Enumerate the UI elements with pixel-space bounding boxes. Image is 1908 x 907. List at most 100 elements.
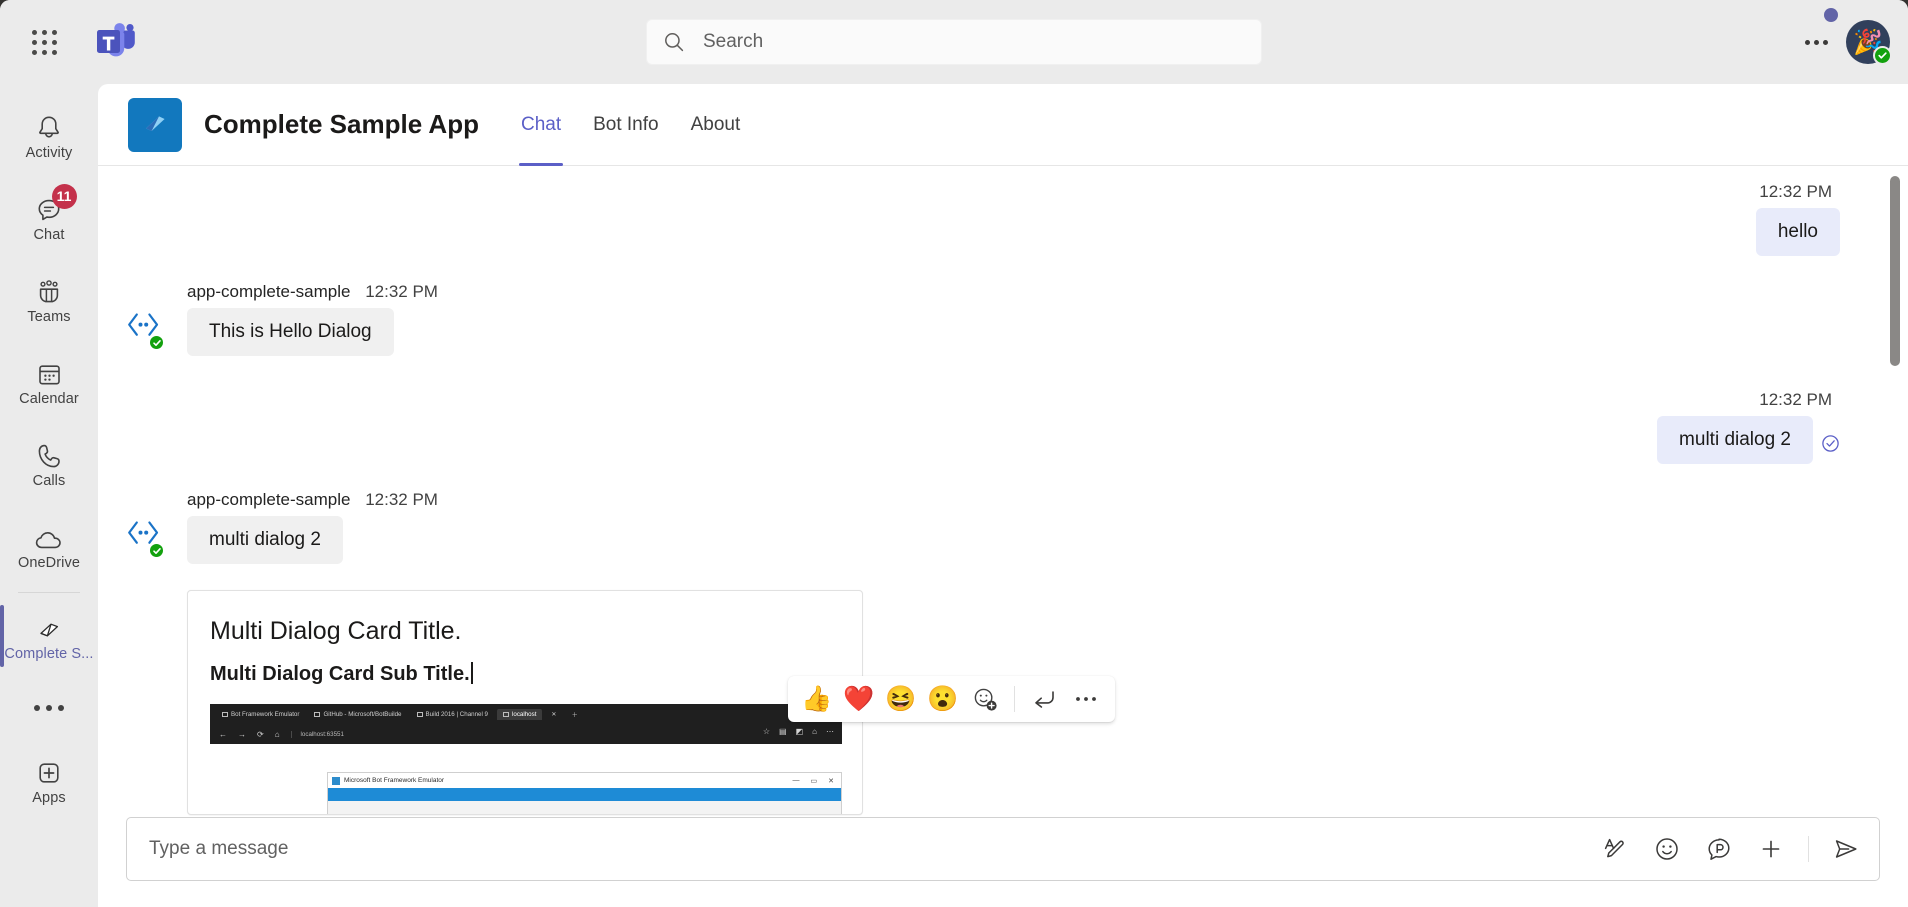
app-logo-icon — [128, 97, 182, 152]
card-image-emulator-title: Microsoft Bot Framework Emulator — ▭ ✕ — [328, 773, 841, 788]
search-placeholder: Search — [703, 31, 764, 52]
sender-name: app-complete-sample — [187, 490, 351, 509]
sidebar-item-label: Calls — [32, 472, 66, 489]
sidebar-item-label: OneDrive — [17, 554, 81, 571]
more-options-icon[interactable] — [1067, 680, 1105, 718]
grid-icon — [31, 29, 57, 55]
sidebar-item-onedrive[interactable]: OneDrive — [0, 504, 98, 586]
reaction-thumbs-up-icon[interactable]: 👍 — [798, 680, 836, 718]
tab-label: Chat — [520, 113, 562, 135]
message-meta: app-complete-sample 12:32 PM — [187, 282, 438, 302]
sidebar-item-activity[interactable]: Activity — [0, 94, 98, 176]
message-bubble[interactable]: multi dialog 2 — [187, 516, 343, 564]
sidebar-item-complete-sample[interactable]: Complete S... — [0, 595, 98, 677]
tab-chat[interactable]: Chat — [505, 84, 577, 166]
scrollbar-thumb[interactable] — [1890, 176, 1900, 366]
card-image-tab-close: ✕ — [551, 710, 557, 718]
card-image-urlbar: ← → ⟳ ⌂ localhost:63551 — [210, 724, 842, 744]
emoji-icon[interactable] — [1652, 834, 1682, 864]
message-incoming: app-complete-sample 12:32 PM This is Hel… — [98, 282, 1868, 356]
message-input[interactable]: Type a message — [149, 838, 1600, 860]
attach-plus-icon[interactable] — [1756, 834, 1786, 864]
reaction-surprised-icon[interactable]: 😮 — [924, 680, 962, 718]
apps-plus-icon — [35, 755, 63, 787]
bot-avatar — [126, 518, 165, 559]
sticker-icon[interactable] — [1704, 834, 1734, 864]
bot-avatar — [126, 310, 165, 351]
message-bubble[interactable]: hello — [1755, 208, 1840, 256]
reaction-toolbar: 👍 ❤️ 😆 😮 — [788, 676, 1115, 722]
calendar-icon — [36, 356, 63, 388]
bot-verified-icon — [148, 542, 165, 559]
reply-icon[interactable] — [1025, 680, 1063, 718]
card-image-tab: GitHub - Microsoft/BotBuilde — [308, 709, 407, 720]
avatar[interactable]: 🎉 — [1846, 20, 1892, 65]
scrollbar-track[interactable] — [1890, 176, 1900, 807]
card-image-tabstrip: Bot Framework Emulator GitHub - Microsof… — [210, 704, 842, 724]
tab-bot-info[interactable]: Bot Info — [577, 84, 675, 166]
toolbar-divider — [1014, 686, 1015, 712]
sidebar-item-label: Teams — [27, 308, 71, 325]
top-bar-right: 🎉 — [1794, 0, 1892, 84]
message-timestamp: 12:32 PM — [365, 490, 438, 509]
card-image-emulator-band — [328, 788, 841, 801]
message-list: 12:32 PM hello app-complete-sample 12:32… — [98, 166, 1908, 817]
sidebar-item-chat[interactable]: 11 Chat — [0, 176, 98, 258]
message-timestamp: 12:32 PM — [1759, 182, 1832, 201]
card-image-page: Microsoft Bot Framework Emulator — ▭ ✕ — [210, 744, 842, 814]
adaptive-card[interactable]: Multi Dialog Card Title. Multi Dialog Ca… — [187, 590, 863, 815]
card-image-tab: Bot Framework Emulator — [216, 709, 305, 720]
rail-divider — [18, 592, 80, 593]
settings-more-button[interactable] — [1794, 20, 1838, 64]
search-container: Search — [646, 19, 1262, 65]
presence-available-icon — [1873, 46, 1892, 65]
sidebar-item-teams[interactable]: Teams — [0, 258, 98, 340]
card-image-tab-new: ＋ — [571, 711, 578, 719]
sidebar-item-label: Chat — [33, 226, 65, 243]
phone-icon — [36, 438, 63, 470]
message-outgoing: 12:32 PM multi dialog 2 — [98, 390, 1868, 464]
app-tabs: Chat Bot Info About — [505, 84, 756, 166]
page-title: Complete Sample App — [204, 109, 479, 139]
tab-label: About — [690, 113, 741, 135]
format-text-icon[interactable] — [1600, 834, 1630, 864]
sender-name: app-complete-sample — [187, 282, 351, 301]
compose-box[interactable]: Type a message — [126, 817, 1880, 881]
sidebar-item-label: Complete S... — [4, 645, 94, 662]
teams-people-icon — [34, 274, 64, 306]
compose-divider — [1808, 836, 1809, 862]
search-input[interactable]: Search — [646, 19, 1262, 65]
compose-toolbar — [1600, 834, 1861, 864]
message-bubble[interactable]: multi dialog 2 — [1657, 416, 1813, 464]
sidebar-item-calendar[interactable]: Calendar — [0, 340, 98, 422]
card-image: Bot Framework Emulator GitHub - Microsof… — [210, 704, 842, 814]
tab-about[interactable]: About — [675, 84, 757, 166]
complete-sample-app-icon — [35, 611, 63, 643]
card-image-tab: Build 2016 | Channel 9 — [411, 709, 495, 720]
message-timestamp: 12:32 PM — [1759, 390, 1832, 409]
reaction-laugh-icon[interactable]: 😆 — [882, 680, 920, 718]
main-panel: Complete Sample App Chat Bot Info About — [98, 84, 1908, 907]
card-title: Multi Dialog Card Title. — [210, 617, 462, 645]
bot-verified-icon — [148, 334, 165, 351]
sidebar-item-label: Activity — [25, 144, 73, 161]
rail-more-button[interactable] — [0, 677, 98, 739]
sidebar-item-label: Apps — [32, 789, 66, 806]
reaction-heart-icon[interactable]: ❤️ — [840, 680, 878, 718]
message-outgoing: 12:32 PM hello — [98, 182, 1868, 256]
cloud-icon — [34, 520, 65, 552]
card-image-urlbar-icons: ☆ ▤ ◩ ⌂ ⋯ — [762, 727, 834, 736]
send-icon[interactable] — [1831, 834, 1861, 864]
text-cursor-icon — [470, 662, 473, 684]
card-image-tab-active: localhost — [497, 708, 543, 720]
app-launcher-button[interactable] — [16, 14, 72, 70]
sidebar-item-calls[interactable]: Calls — [0, 422, 98, 504]
add-reaction-icon[interactable] — [966, 680, 1004, 718]
message-incoming-with-card: app-complete-sample 12:32 PM multi dialo… — [98, 490, 1868, 815]
compose-area: Type a message — [98, 817, 1908, 907]
sidebar-item-apps[interactable]: Apps — [0, 739, 98, 821]
chat-icon: 11 — [35, 183, 77, 224]
message-bubble[interactable]: This is Hello Dialog — [187, 308, 394, 356]
teams-logo-icon[interactable] — [94, 19, 140, 65]
unread-badge: 11 — [51, 183, 77, 209]
